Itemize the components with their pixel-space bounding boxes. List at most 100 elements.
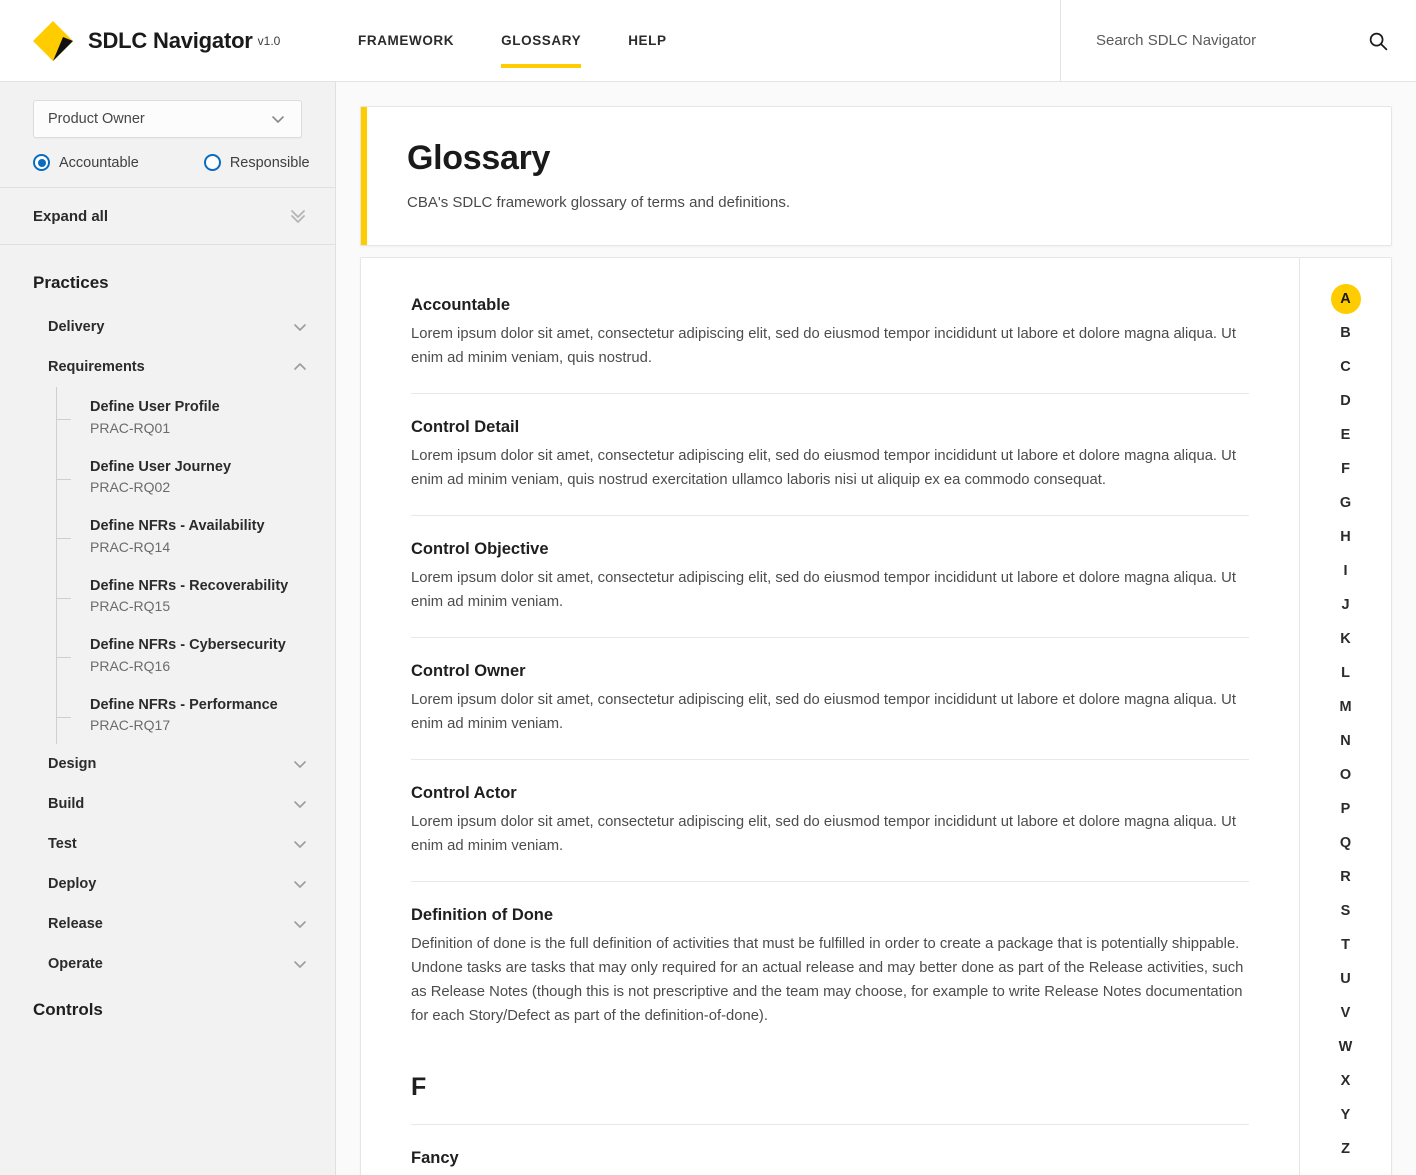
nav-item-glossary[interactable]: GLOSSARY (501, 0, 582, 81)
glossary-definition: Lorem ipsum dolor sit amet, consectetur … (411, 447, 1236, 488)
alpha-index-g[interactable]: G (1331, 488, 1361, 518)
alpha-index-y[interactable]: Y (1331, 1100, 1361, 1130)
glossary-entry: Control Actor Lorem ipsum dolor sit amet… (411, 758, 1249, 881)
sidebar-tree: Practices Delivery Requirements Define U… (0, 245, 335, 1034)
alpha-index-v[interactable]: V (1331, 998, 1361, 1028)
sidebar-subtree-requirements: Define User Profile PRAC-RQ01 Define Use… (0, 387, 335, 745)
sidebar-group-controls[interactable]: Controls (0, 984, 335, 1034)
role-select-value: Product Owner (48, 111, 145, 127)
practice-code: PRAC-RQ14 (90, 538, 171, 555)
alpha-index-k[interactable]: K (1331, 624, 1361, 654)
radio-responsible[interactable]: Responsible (203, 154, 310, 171)
sidebar-practice-item[interactable]: Define NFRs - Availability PRAC-RQ14 (56, 506, 335, 566)
alpha-index-u[interactable]: U (1331, 964, 1361, 994)
alpha-index-s[interactable]: S (1331, 896, 1361, 926)
alpha-index-n[interactable]: N (1331, 726, 1361, 756)
alphabet-index: A B C D E F G H I J K L M N O P Q R S T (1299, 258, 1391, 1175)
sidebar-item-test[interactable]: Test (0, 824, 335, 864)
chevron-down-icon (269, 110, 287, 128)
nav-item-help[interactable]: HELP (628, 0, 666, 81)
radio-accountable-label: Accountable (59, 154, 139, 171)
glossary-entry: Control Detail Lorem ipsum dolor sit ame… (411, 392, 1249, 515)
glossary-panel: Accountable Lorem ipsum dolor sit amet, … (360, 257, 1392, 1175)
sidebar-item-label: Requirements (48, 359, 145, 375)
alpha-index-b[interactable]: B (1331, 318, 1361, 348)
chevron-down-icon (291, 755, 309, 773)
sidebar-practice-item[interactable]: Define NFRs - Recoverability PRAC-RQ15 (56, 566, 335, 626)
nav-item-framework[interactable]: FRAMEWORK (358, 0, 454, 81)
glossary-entry: Fancy Lorem ipsum dolor sit amet, consec… (411, 1125, 1249, 1175)
sidebar-item-operate[interactable]: Operate (0, 944, 335, 984)
sidebar-practice-item[interactable]: Define User Journey PRAC-RQ02 (56, 447, 335, 507)
alpha-index-t[interactable]: T (1331, 930, 1361, 960)
page-subtitle: CBA's SDLC framework glossary of terms a… (407, 194, 791, 211)
alpha-index-r[interactable]: R (1331, 862, 1361, 892)
alpha-index-p[interactable]: P (1331, 794, 1361, 824)
sidebar-practice-item[interactable]: Define NFRs - Cybersecurity PRAC-RQ16 (56, 625, 335, 685)
alpha-index-d[interactable]: D (1331, 386, 1361, 416)
alpha-index-q[interactable]: Q (1331, 828, 1361, 858)
sidebar-item-label: Release (48, 916, 103, 933)
glossary-term: Control Actor (411, 783, 517, 802)
glossary-term: Control Detail (411, 417, 520, 436)
cba-diamond-logo-icon (30, 18, 76, 64)
sidebar-item-deploy[interactable]: Deploy (0, 864, 335, 904)
brand[interactable]: SDLC Navigator v1.0 (0, 0, 330, 81)
glossary-term: Accountable (411, 296, 511, 314)
sidebar-item-label: Delivery (48, 319, 105, 335)
glossary-definition: Lorem ipsum dolor sit amet, consectetur … (411, 569, 1236, 610)
alpha-index-c[interactable]: C (1331, 352, 1361, 382)
sidebar-group-practices: Practices (33, 273, 109, 292)
alpha-index-f[interactable]: F (1331, 454, 1361, 484)
alpha-index-h[interactable]: H (1331, 522, 1361, 552)
chevron-down-icon (291, 835, 309, 853)
sidebar-practice-item[interactable]: Define NFRs - Performance PRAC-RQ17 (56, 685, 335, 745)
search-input[interactable] (1094, 31, 1358, 50)
alpha-index-i[interactable]: I (1331, 556, 1361, 586)
page-title: Glossary (407, 139, 551, 177)
glossary-entries: Accountable Lorem ipsum dolor sit amet, … (361, 258, 1299, 1175)
chevron-down-icon (291, 915, 309, 933)
glossary-definition: Lorem ipsum dolor sit amet, consectetur … (411, 813, 1236, 854)
alpha-index-a[interactable]: A (1330, 284, 1361, 314)
search-icon[interactable] (1368, 31, 1388, 51)
alpha-index-o[interactable]: O (1331, 760, 1361, 790)
alpha-index-j[interactable]: J (1331, 590, 1361, 620)
alpha-index-x[interactable]: X (1331, 1066, 1361, 1096)
brand-title: SDLC Navigator (88, 27, 253, 53)
glossary-term: Control Objective (411, 539, 549, 558)
alpha-index-l[interactable]: L (1331, 658, 1361, 688)
sidebar-item-release[interactable]: Release (0, 904, 335, 944)
glossary-term: Definition of Done (411, 905, 554, 924)
top-header-bar: SDLC Navigator v1.0 FRAMEWORK GLOSSARY H… (0, 0, 1416, 82)
practice-title: Define User Journey (90, 458, 232, 475)
alpha-index-e[interactable]: E (1331, 420, 1361, 450)
sidebar-item-label: Operate (48, 956, 103, 973)
alpha-index-m[interactable]: M (1331, 692, 1361, 722)
radio-accountable[interactable]: Accountable (33, 154, 139, 171)
glossary-definition: Definition of done is the full definitio… (411, 935, 1244, 1024)
sidebar-item-design[interactable]: Design (0, 744, 335, 784)
expand-all-label: Expand all (33, 207, 109, 225)
sidebar-filters: Product Owner Accountable Responsible (0, 82, 335, 171)
glossary-term: Fancy (411, 1148, 459, 1167)
glossary-term: Control Owner (411, 661, 526, 680)
role-select[interactable]: Product Owner (33, 100, 302, 138)
main-content: Glossary CBA's SDLC framework glossary o… (336, 82, 1416, 1175)
raci-radio-group: Accountable Responsible (33, 154, 310, 171)
chevron-down-icon (291, 318, 309, 336)
sidebar-item-delivery[interactable]: Delivery (0, 307, 335, 347)
sidebar-item-label: Build (48, 796, 85, 813)
main-navigation: FRAMEWORK GLOSSARY HELP (330, 0, 1060, 81)
expand-all-button[interactable]: Expand all (0, 188, 335, 244)
sidebar: Product Owner Accountable Responsible Ex… (0, 82, 336, 1175)
sidebar-item-requirements[interactable]: Requirements (0, 347, 335, 387)
global-search[interactable] (1060, 0, 1416, 81)
practice-title: Define NFRs - Availability (90, 518, 265, 535)
alpha-index-w[interactable]: W (1331, 1032, 1361, 1062)
sidebar-item-label: Design (48, 756, 97, 773)
app-root: SDLC Navigator v1.0 FRAMEWORK GLOSSARY H… (0, 0, 1416, 1175)
sidebar-practice-item[interactable]: Define User Profile PRAC-RQ01 (56, 387, 335, 447)
alpha-index-z[interactable]: Z (1331, 1134, 1361, 1164)
sidebar-item-build[interactable]: Build (0, 784, 335, 824)
